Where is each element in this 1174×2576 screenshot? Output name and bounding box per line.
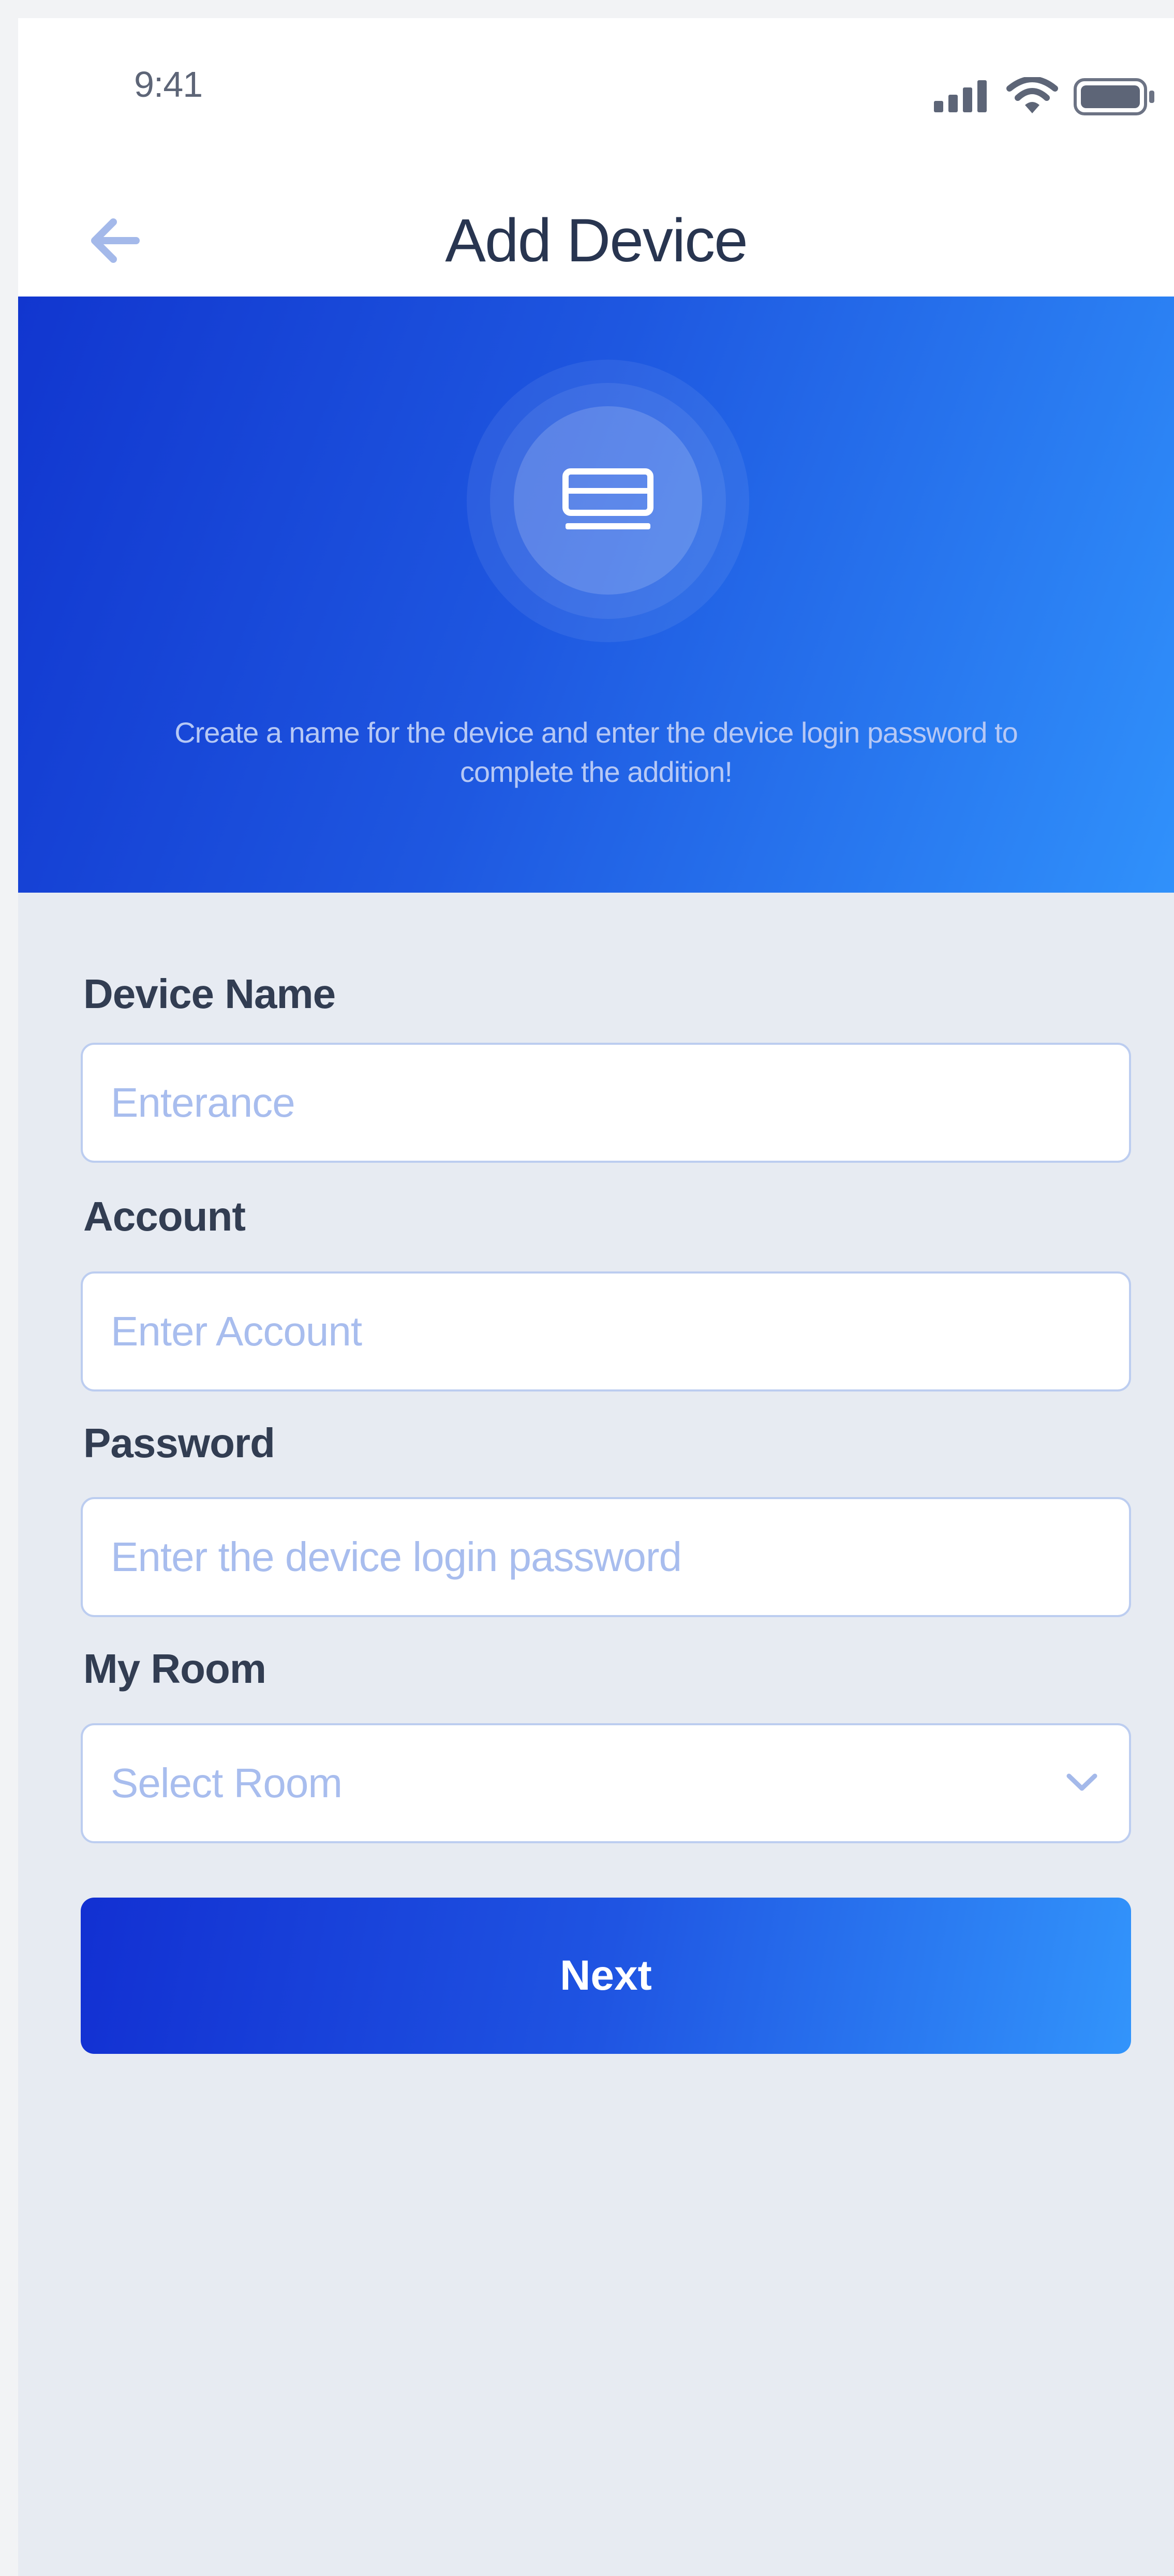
password-field-box [81, 1497, 1131, 1617]
device-router-icon [562, 468, 653, 529]
next-button[interactable]: Next [81, 1898, 1131, 2054]
device-name-label: Device Name [83, 971, 336, 1017]
phone-screen: 9:41 Add Device Create a name for the de… [18, 18, 1174, 2576]
password-label: Password [83, 1420, 275, 1466]
account-field-box [81, 1271, 1131, 1391]
hero-message: Create a name for the device and enter t… [174, 716, 1018, 788]
status-icons [934, 77, 1162, 127]
device-name-input[interactable] [111, 1045, 1073, 1161]
room-select[interactable]: Select Room [81, 1723, 1131, 1843]
password-input[interactable] [111, 1499, 1073, 1615]
account-label: Account [83, 1193, 246, 1239]
status-time: 9:41 [134, 64, 203, 105]
room-label: My Room [83, 1646, 266, 1692]
device-name-field-box [81, 1043, 1131, 1163]
wifi-icon [1006, 77, 1058, 113]
chevron-down-icon [1066, 1773, 1097, 1791]
battery-icon [1074, 78, 1154, 115]
page-title: Add Device [445, 206, 748, 275]
signal-icon [934, 80, 987, 112]
header: 9:41 Add Device [18, 18, 1174, 297]
hero-banner: Create a name for the device and enter t… [18, 297, 1174, 893]
account-input[interactable] [111, 1274, 1073, 1389]
room-select-value: Select Room [111, 1760, 343, 1806]
